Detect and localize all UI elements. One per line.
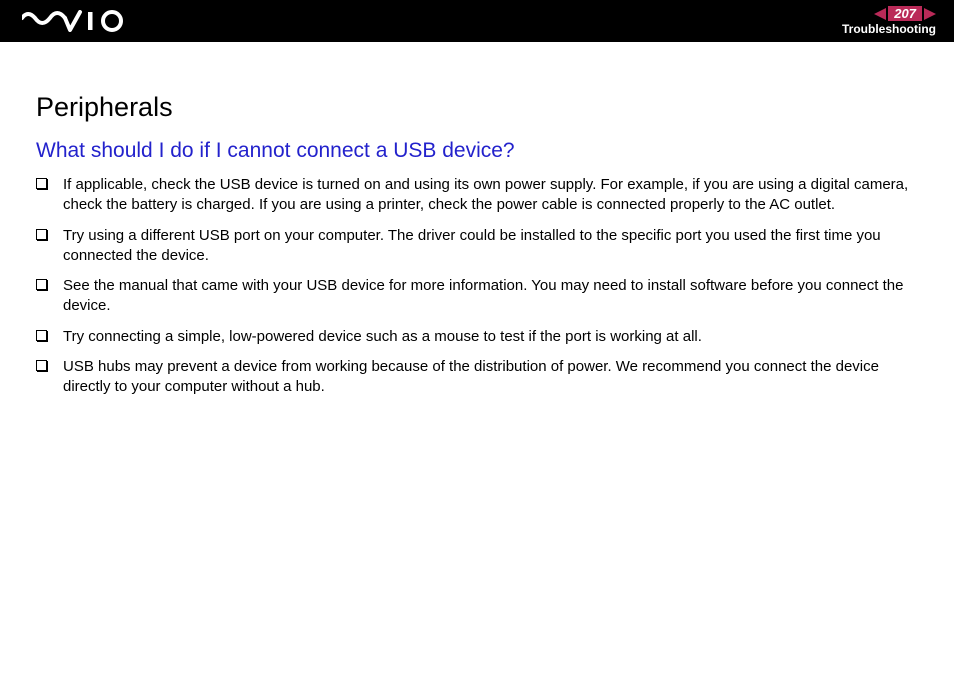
bullet-text: Try connecting a simple, low-powered dev…	[63, 327, 918, 347]
list-item: Try using a different USB port on your c…	[36, 226, 918, 267]
list-item: USB hubs may prevent a device from worki…	[36, 357, 918, 398]
square-bullet-icon	[36, 229, 47, 240]
page-number: 207	[888, 6, 922, 21]
square-bullet-icon	[36, 279, 47, 290]
next-page-arrow-icon[interactable]	[924, 8, 936, 20]
square-bullet-icon	[36, 330, 47, 341]
square-bullet-icon	[36, 360, 47, 371]
bullet-list: If applicable, check the USB device is t…	[36, 175, 918, 397]
prev-page-arrow-icon[interactable]	[874, 8, 886, 20]
question-heading: What should I do if I cannot connect a U…	[36, 139, 918, 163]
header: 207 Troubleshooting	[0, 0, 954, 42]
bullet-text: See the manual that came with your USB d…	[63, 276, 918, 317]
square-bullet-icon	[36, 178, 47, 189]
content: Peripherals What should I do if I cannot…	[0, 42, 954, 397]
list-item: If applicable, check the USB device is t…	[36, 175, 918, 216]
bullet-text: USB hubs may prevent a device from worki…	[63, 357, 918, 398]
list-item: Try connecting a simple, low-powered dev…	[36, 327, 918, 347]
page-nav: 207	[874, 6, 936, 21]
vaio-logo	[22, 10, 132, 32]
page-title: Peripherals	[36, 92, 918, 123]
bullet-text: If applicable, check the USB device is t…	[63, 175, 918, 216]
section-label: Troubleshooting	[842, 22, 936, 36]
bullet-text: Try using a different USB port on your c…	[63, 226, 918, 267]
header-right: 207 Troubleshooting	[842, 6, 936, 36]
list-item: See the manual that came with your USB d…	[36, 276, 918, 317]
